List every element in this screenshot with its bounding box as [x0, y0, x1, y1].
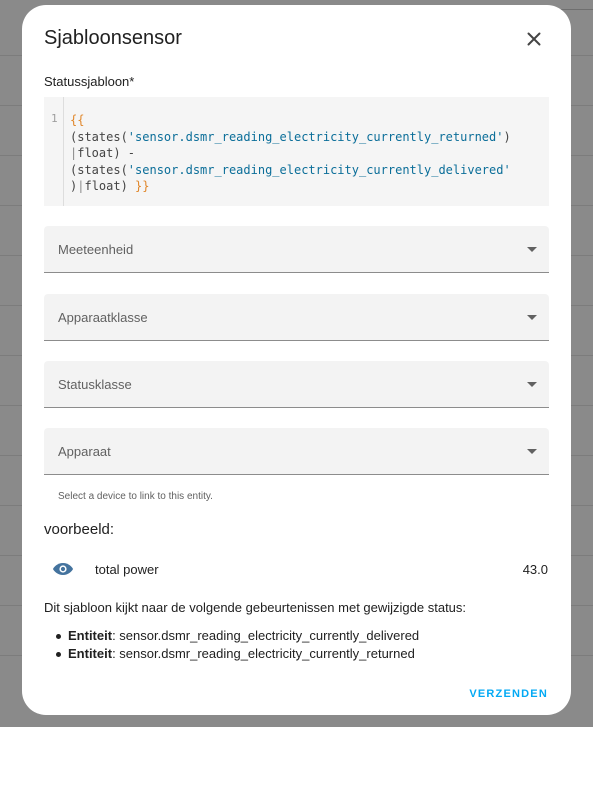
device-select-label: Apparaat [58, 444, 111, 459]
submit-button[interactable]: VERZENDEN [469, 688, 548, 700]
preview-heading: voorbeeld: [44, 521, 115, 538]
unit-select-label: Meeteenheid [58, 242, 134, 257]
code-text[interactable]: {{ (states('sensor.dsmr_reading_electric… [70, 112, 511, 195]
bullet [56, 652, 61, 657]
device-class-select-label: Apparaatklasse [58, 310, 148, 325]
device-select[interactable]: Apparaat [44, 428, 549, 475]
chevron-down-icon [527, 247, 537, 252]
listeners-list: Entiteit: sensor.dsmr_reading_electricit… [56, 627, 420, 663]
state-class-select[interactable]: Statusklasse [44, 361, 549, 408]
chevron-down-icon [527, 382, 537, 387]
close-icon[interactable] [522, 27, 546, 51]
state-class-select-label: Statusklasse [58, 377, 132, 392]
unit-of-measurement-select[interactable]: Meeteenheid [44, 226, 549, 273]
chevron-down-icon [527, 315, 537, 320]
line-number: 1 [51, 112, 58, 125]
preview-entity-name[interactable]: total power [95, 562, 159, 577]
template-sensor-dialog: Sjabloonsensor Statussjabloon* 1 {{ (sta… [22, 5, 571, 715]
dialog-title: Sjabloonsensor [44, 27, 182, 49]
device-helper-text: Select a device to link to this entity. [58, 491, 213, 502]
state-template-editor[interactable]: 1 {{ (states('sensor.dsmr_reading_electr… [44, 97, 549, 206]
bullet [56, 634, 61, 639]
listener-entity: sensor.dsmr_reading_electricity_currentl… [119, 628, 420, 643]
chevron-down-icon [527, 449, 537, 454]
entity-label: Entiteit [68, 628, 113, 643]
code-line-3: |float) - [70, 146, 136, 160]
code-line-2: (states('sensor.dsmr_reading_electricity… [70, 129, 511, 144]
entity-label: Entiteit [68, 646, 113, 661]
code-line-1: {{ [70, 113, 85, 127]
preview-entity-state: 43.0 [522, 562, 548, 577]
list-item: Entiteit: sensor.dsmr_reading_electricit… [56, 645, 419, 663]
state-template-label: Statussjabloon* [44, 74, 135, 89]
list-item: Entiteit: sensor.dsmr_reading_electricit… [56, 627, 420, 645]
listener-entity: sensor.dsmr_reading_electricity_currentl… [119, 646, 415, 661]
eye-icon [52, 562, 74, 576]
device-class-select[interactable]: Apparaatklasse [44, 294, 549, 341]
listeners-description: Dit sjabloon kijkt naar de volgende gebe… [44, 600, 467, 615]
code-line-5: )|float) }} [70, 179, 150, 193]
code-line-4: (states('sensor.dsmr_reading_electricity… [70, 162, 511, 177]
